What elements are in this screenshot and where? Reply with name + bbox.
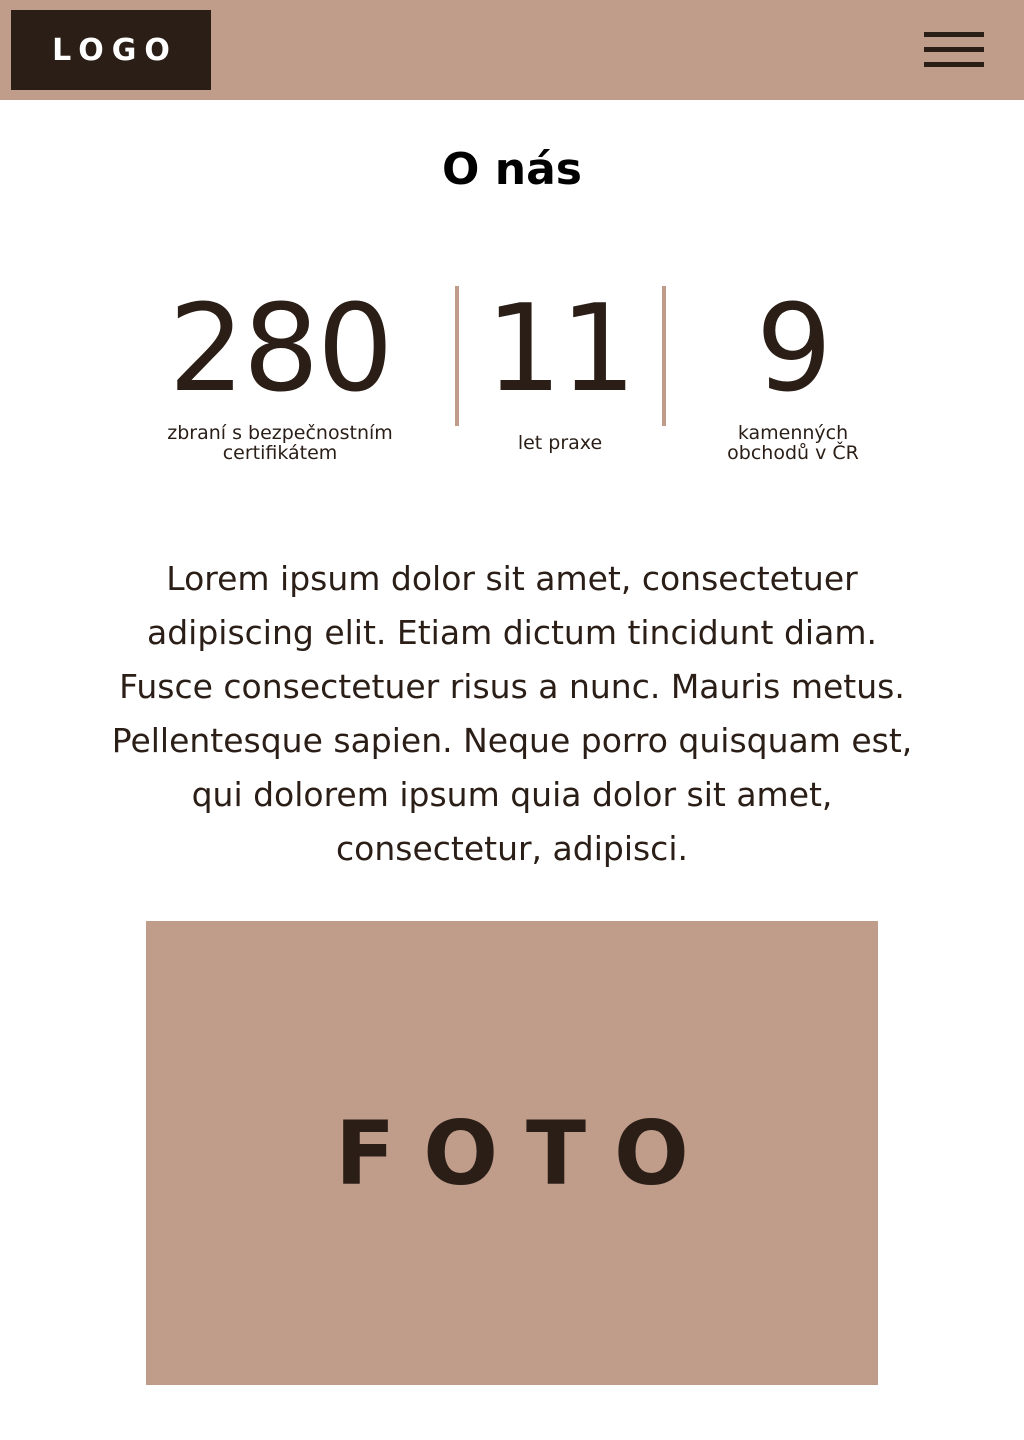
photo-label: FOTO	[335, 1101, 717, 1205]
stat-number: 11	[485, 280, 637, 419]
stat-label: kamenných obchodů v ČR	[727, 422, 859, 464]
site-header: LOGO	[0, 0, 1024, 100]
stat-divider	[455, 286, 459, 426]
stat-divider	[662, 286, 666, 426]
photo-placeholder: FOTO	[146, 921, 878, 1385]
page-title: O nás	[442, 144, 582, 195]
menu-bar	[924, 62, 984, 67]
about-paragraph: Lorem ipsum dolor sit amet, consectetuer…	[111, 559, 913, 868]
menu-bar	[924, 47, 984, 52]
stat-label: let praxe	[517, 432, 603, 454]
logo[interactable]: LOGO	[11, 10, 211, 90]
hamburger-menu-icon[interactable]	[924, 30, 984, 70]
stat-number: 9	[755, 280, 832, 419]
stat-number: 280	[168, 280, 393, 419]
stat-label: zbraní s bezpečnostním certifikátem	[167, 422, 393, 464]
menu-bar	[924, 32, 984, 37]
